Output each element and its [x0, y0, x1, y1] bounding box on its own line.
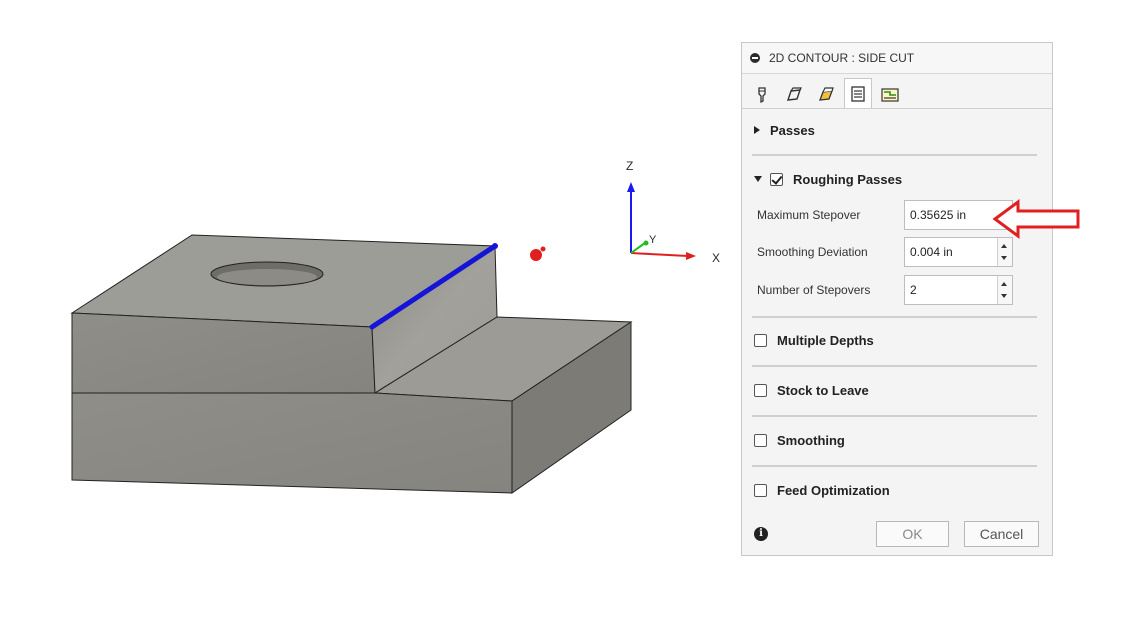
number-of-stepovers-value: 2: [910, 283, 917, 297]
section-passes[interactable]: Passes: [742, 115, 1052, 145]
section-multiple-depths-label: Multiple Depths: [777, 332, 874, 348]
tab-linking[interactable]: [876, 80, 904, 108]
tab-heights[interactable]: [812, 80, 840, 108]
multiple-depths-checkbox[interactable]: [754, 333, 767, 347]
field-row-number-of-stepovers: Number of Stepovers 2: [742, 275, 1052, 305]
axis-label-z: Z: [626, 159, 633, 173]
cancel-button[interactable]: Cancel: [964, 521, 1039, 547]
section-stock-to-leave-label: Stock to Leave: [777, 382, 869, 398]
section-smoothing-label: Smoothing: [777, 432, 845, 448]
section-roughing-label: Roughing Passes: [793, 171, 903, 187]
start-point-marker[interactable]: [530, 246, 546, 262]
section-passes-label: Passes: [770, 122, 815, 138]
model-front-face-upper: [71, 312, 376, 394]
model-front-face-lower: [71, 392, 513, 494]
axis-label-y: Y: [649, 234, 657, 246]
divider: [752, 415, 1037, 417]
passes-icon: [851, 85, 865, 102]
stock-to-leave-checkbox[interactable]: [754, 383, 767, 397]
axis-triad: Z Y X: [626, 159, 720, 265]
section-roughing-passes[interactable]: Roughing Passes: [742, 164, 1052, 194]
section-feed-optimization[interactable]: Feed Optimization: [742, 475, 1052, 505]
spin-up-icon: [1001, 282, 1007, 286]
info-icon[interactable]: i: [754, 527, 768, 541]
spin-up-icon: [1001, 244, 1007, 248]
spin-down-icon: [1001, 294, 1007, 298]
spin-down-icon: [1001, 256, 1007, 260]
section-feed-optimization-label: Feed Optimization: [777, 482, 890, 498]
field-row-smoothing-deviation: Smoothing Deviation 0.004 in: [742, 237, 1052, 267]
smoothing-checkbox[interactable]: [754, 433, 767, 447]
field-label-number-of-stepovers: Number of Stepovers: [757, 283, 871, 297]
divider: [752, 465, 1037, 467]
divider: [752, 154, 1037, 156]
number-of-stepovers-stepper[interactable]: [997, 276, 1012, 304]
linking-icon: [881, 87, 899, 102]
tool-icon: [758, 86, 766, 103]
annotation-arrow-icon: [992, 199, 1080, 239]
model-hole-inner: [217, 269, 317, 285]
tab-geometry[interactable]: [780, 80, 808, 108]
divider: [752, 365, 1037, 367]
dialog-tabs: [742, 74, 1052, 109]
section-multiple-depths[interactable]: Multiple Depths: [742, 325, 1052, 355]
collapse-triangle-icon: [754, 176, 762, 182]
tab-passes[interactable]: [844, 78, 872, 108]
divider: [752, 316, 1037, 318]
feed-optimization-checkbox[interactable]: [754, 483, 767, 497]
collapse-dialog-icon[interactable]: [750, 53, 760, 63]
dialog-title: 2D CONTOUR : SIDE CUT: [769, 51, 915, 65]
model-view[interactable]: Z Y X: [0, 0, 735, 629]
section-stock-to-leave[interactable]: Stock to Leave: [742, 375, 1052, 405]
expand-triangle-icon: [754, 126, 760, 134]
field-label-smoothing-deviation: Smoothing Deviation: [757, 245, 868, 259]
smoothing-deviation-input[interactable]: 0.004 in: [904, 237, 1013, 267]
dialog-title-bar[interactable]: 2D CONTOUR : SIDE CUT: [742, 43, 1052, 74]
field-label-max-stepover: Maximum Stepover: [757, 208, 861, 222]
contour-dialog: 2D CONTOUR : SIDE CUT Passes Roughing Pa…: [741, 42, 1053, 556]
smoothing-deviation-stepper[interactable]: [997, 238, 1012, 266]
geometry-icon: [786, 86, 802, 101]
selected-edge-endpoint: [492, 243, 498, 249]
roughing-passes-checkbox[interactable]: [770, 172, 783, 186]
ok-button[interactable]: OK: [876, 521, 949, 547]
heights-icon: [819, 86, 834, 101]
canvas-viewport[interactable]: Z Y X: [0, 0, 735, 629]
number-of-stepovers-input[interactable]: 2: [904, 275, 1013, 305]
axis-label-x: X: [712, 251, 720, 265]
tab-tool[interactable]: [748, 80, 776, 108]
dialog-footer: i OK Cancel: [742, 513, 1052, 555]
section-smoothing[interactable]: Smoothing: [742, 425, 1052, 455]
smoothing-deviation-value: 0.004 in: [910, 245, 953, 259]
